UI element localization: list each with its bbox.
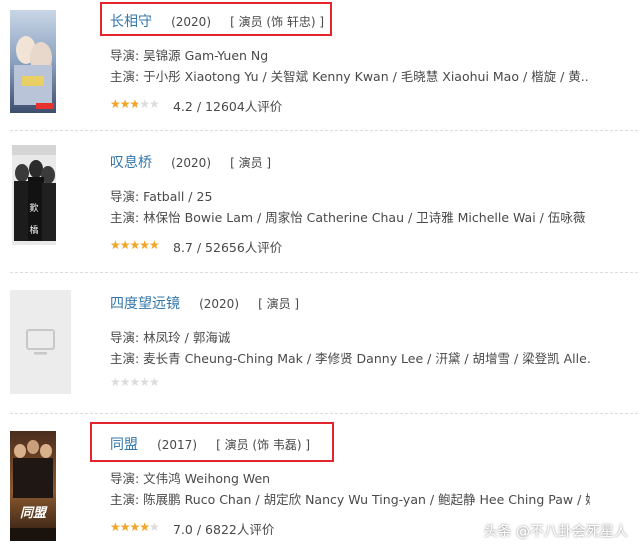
highlight-box (90, 422, 334, 462)
title-link[interactable]: 叹息桥 (110, 155, 152, 171)
director-line: 导演: 吴锦源 Gam-Yuen Ng (110, 48, 269, 63)
placeholder-tv-icon[interactable] (10, 290, 71, 394)
rating: ★★★★★★★★★★ 4.2 / 12604人评价 (110, 96, 282, 115)
svg-text:橋: 橋 (29, 224, 38, 236)
star-rating-icon: ★★★★★★★★★★ (110, 97, 160, 111)
cast-line: 主演: 麦长青 Cheung-Ching Mak / 李修贤 Danny Lee… (110, 351, 590, 366)
svg-text:歎: 歎 (29, 202, 38, 214)
cast-line: 主演: 陈展鹏 Ruco Chan / 胡定欣 Nancy Wu Ting-ya… (110, 492, 590, 507)
divider (10, 130, 638, 131)
divider (10, 413, 638, 414)
director-line: 导演: 文伟鸿 Weihong Wen (110, 471, 271, 486)
director-line: 导演: 林凤玲 / 郭海诚 (110, 330, 231, 345)
cast-line: 主演: 于小彤 Xiaotong Yu / 关智斌 Kenny Kwan / 毛… (110, 69, 590, 84)
svg-text:同盟: 同盟 (20, 506, 48, 521)
star-rating-icon: ★★★★★★★★★★ (110, 520, 160, 534)
role-label: [ 演员 ] (230, 156, 272, 170)
rating: ★★★★★★★★★★ (110, 375, 173, 389)
rating: ★★★★★ ★★★★★ 8.7 / 52656人评价 (110, 237, 282, 256)
release-year: (2020) (171, 156, 211, 170)
highlight-box (100, 2, 332, 36)
rating: ★★★★★★★★★★ 7.0 / 6822人评价 (110, 519, 274, 538)
star-rating-icon: ★★★★★★★★★★ (110, 375, 160, 389)
rating-text: 4.2 / 12604人评价 (173, 99, 283, 114)
watermark: 头条 @不八卦会死星人 (483, 524, 628, 540)
role-label: [ 演员 ] (258, 297, 300, 311)
director-line: 导演: Fatball / 25 (110, 189, 213, 204)
poster-image[interactable]: 同盟 (10, 431, 56, 541)
poster-image[interactable]: 歎 橋 (12, 145, 56, 245)
poster-image[interactable] (10, 10, 56, 113)
rating-text: 7.0 / 6822人评价 (173, 522, 275, 537)
rating-text: 8.7 / 52656人评价 (173, 240, 283, 255)
divider (10, 272, 638, 273)
title-link[interactable]: 四度望远镜 (110, 296, 180, 312)
cast-line: 主演: 林保怡 Bowie Lam / 周家怡 Catherine Chau /… (110, 210, 590, 225)
star-rating-icon: ★★★★★★★★★★ (110, 238, 160, 252)
release-year: (2020) (199, 297, 239, 311)
